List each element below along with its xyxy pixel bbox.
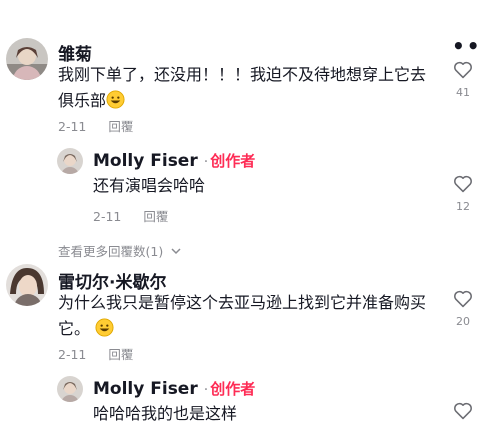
reply-author[interactable]: Molly Fiser (93, 379, 198, 399)
avatar[interactable] (57, 376, 83, 402)
comment-date: 2-11 (58, 119, 87, 134)
like-button[interactable] (451, 401, 475, 420)
avatar[interactable] (6, 38, 48, 80)
comment-date: 2-11 (58, 347, 87, 362)
creator-badge: 创作者 (210, 152, 256, 170)
reply-header: Molly Fiser · 创作者 (93, 151, 256, 171)
heart-icon (454, 61, 472, 79)
heart-icon (454, 290, 472, 308)
reply-button[interactable]: 回覆 (108, 119, 133, 134)
reply-text: 还有演唱会哈哈 (93, 176, 206, 195)
like-count: 12 (456, 200, 470, 213)
heart-icon (454, 402, 472, 420)
like-count: 20 (456, 315, 470, 328)
reply-button[interactable]: 回覆 (143, 209, 168, 224)
comment-meta: 2-11 回覆 (58, 344, 133, 363)
creator-badge: 创作者 (210, 380, 256, 398)
heart-icon (454, 175, 472, 193)
comment-meta: 2-11 回覆 (58, 116, 133, 135)
more-options-icon[interactable]: ••• (452, 34, 484, 58)
grinning-emoji-icon (106, 90, 125, 117)
reply-button[interactable]: 回覆 (108, 347, 133, 362)
view-more-replies-label: 查看更多回覆数(1) (58, 244, 164, 259)
reply-header: Molly Fiser · 创作者 (93, 379, 256, 399)
avatar[interactable] (57, 148, 83, 174)
reply-date: 2-11 (93, 209, 122, 224)
reply-meta: 2-11 回覆 (93, 206, 168, 225)
like-button[interactable]: 12 (451, 174, 475, 213)
like-button[interactable]: 20 (451, 289, 475, 328)
avatar[interactable] (6, 264, 48, 306)
like-button[interactable]: 41 (451, 60, 475, 99)
chevron-down-icon (171, 243, 181, 258)
reply-author[interactable]: Molly Fiser (93, 151, 198, 171)
grinning-emoji-icon (95, 318, 114, 345)
view-more-replies-button[interactable]: 查看更多回覆数(1) (58, 241, 181, 260)
comment-text: 为什么我只是暂停这个去亚马逊上找到它并准备购买 它。 (58, 290, 450, 345)
like-count: 41 (456, 86, 470, 99)
comment-text: 我刚下单了，还没用！！！我迫不及待地想穿上它去 俱乐部 (58, 62, 450, 117)
reply-text: 哈哈哈我的也是这样 (93, 404, 238, 423)
